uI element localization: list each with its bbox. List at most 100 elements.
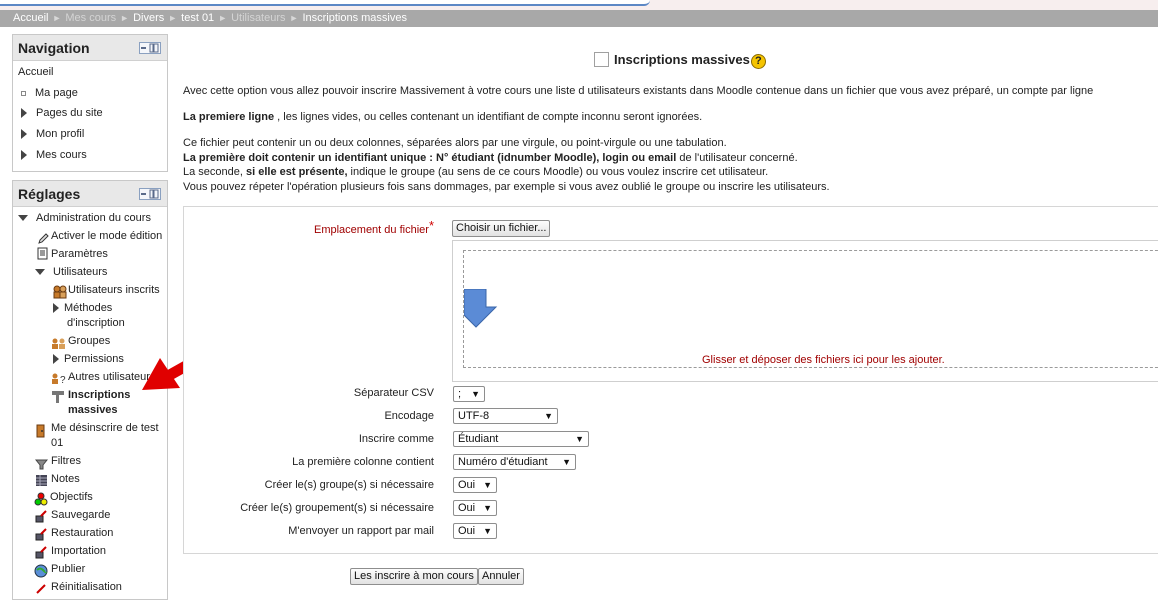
tree-label: Méthodes — [64, 302, 113, 314]
file-dropzone[interactable]: Glisser et déposer des fichiers ici pour… — [452, 240, 1158, 382]
bullet-icon — [21, 90, 26, 96]
tree-unenrol-line2[interactable]: 01 — [51, 436, 63, 451]
encoding-select[interactable]: UTF-8 ▼ — [453, 408, 558, 424]
page-title: Inscriptions massives ? — [594, 52, 766, 69]
filter-icon — [35, 459, 48, 470]
csv-separator-select[interactable]: ; ▼ — [453, 386, 485, 402]
breadcrumb-separator: ► — [120, 13, 130, 23]
file-format-line-3-a: La seconde, — [183, 166, 246, 178]
navigation-title: Navigation — [18, 40, 90, 56]
file-label: Emplacement du fichier* — [184, 218, 434, 236]
create-groupings-label: Créer le(s) groupement(s) si nécessaire — [240, 502, 434, 514]
title-checkbox[interactable] — [594, 52, 609, 67]
file-format-line-2: La première doit contenir un identifiant… — [183, 151, 798, 166]
create-groups-label: Créer le(s) groupe(s) si nécessaire — [264, 479, 434, 491]
tree-outcomes[interactable]: Objectifs — [50, 490, 93, 505]
navigation-block: Navigation Accueil Ma page Pages du site… — [12, 34, 168, 172]
submit-enrol-button[interactable]: Les inscrire à mon cours — [350, 568, 478, 585]
block-dock-toggle-icon[interactable] — [139, 42, 161, 54]
choose-file-button[interactable]: Choisir un fichier... — [452, 220, 551, 237]
chevron-down-icon: ▼ — [562, 457, 571, 467]
drop-arrow-icon — [464, 289, 498, 328]
encoding-value: UTF-8 — [458, 410, 490, 422]
first-line-note: La premiere ligne , les lignes vides, ou… — [183, 110, 702, 125]
outcomes-icon — [34, 492, 48, 506]
nav-item-my-page[interactable]: Ma page — [21, 87, 78, 99]
encoding-label: Encodage — [384, 410, 434, 422]
breadcrumb-separator: ► — [168, 13, 178, 23]
settings-block-header: Réglages — [13, 181, 167, 207]
block-dock-toggle-icon[interactable] — [139, 188, 161, 200]
chevron-down-icon: ▼ — [483, 526, 492, 536]
tree-course-admin[interactable]: Administration du cours — [18, 211, 151, 226]
tree-enrol-methods[interactable]: Méthodes — [53, 301, 112, 316]
chevron-down-icon: ▼ — [483, 480, 492, 490]
tree-filters[interactable]: Filtres — [51, 454, 81, 469]
breadcrumb-course[interactable]: test 01 — [181, 12, 214, 24]
breadcrumb-home[interactable]: Accueil — [13, 12, 48, 24]
collapse-arrow-icon — [35, 269, 45, 276]
enrol-as-select[interactable]: Étudiant ▼ — [453, 431, 589, 447]
tree-bulk-enrol[interactable]: Inscriptions — [68, 388, 130, 403]
first-line-bold: La premiere ligne — [183, 111, 275, 123]
chevron-down-icon: ▼ — [575, 434, 584, 444]
tree-unenrol[interactable]: Me désinscrire de test — [51, 421, 159, 436]
cancel-button[interactable]: Annuler — [478, 568, 524, 585]
mail-report-select[interactable]: Oui ▼ — [453, 523, 497, 539]
breadcrumb: Accueil ► Mes cours ► Divers ► test 01 ► Utilisa… — [0, 10, 1158, 27]
tree-label: Utilisateurs — [53, 266, 108, 278]
first-column-label: La première colonne contient — [292, 456, 434, 468]
tree-groups[interactable]: Groupes — [68, 334, 110, 349]
chevron-down-icon: ▼ — [544, 411, 553, 421]
tree-bulk-enrol-line2[interactable]: massives — [68, 403, 118, 418]
breadcrumb-separator: ► — [218, 13, 228, 23]
nav-item-label: Mon profil — [36, 128, 85, 140]
unenrol-icon — [36, 424, 45, 438]
tree-restore[interactable]: Restauration — [51, 526, 113, 541]
file-format-line-3-b: indique le groupe (au sens de ce cours M… — [347, 166, 769, 178]
nav-item-profile[interactable]: Mon profil — [21, 128, 84, 140]
navigation-block-header: Navigation — [13, 35, 167, 61]
edit-pencil-icon — [38, 233, 49, 244]
dropzone-dashed-area[interactable]: Glisser et déposer des fichiers ici pour… — [463, 250, 1158, 368]
nav-home-link[interactable]: Accueil — [18, 66, 53, 78]
other-users-icon: ? — [52, 373, 66, 385]
svg-text:?: ? — [60, 375, 66, 385]
tree-edit-mode[interactable]: Activer le mode édition — [51, 229, 162, 244]
nav-item-site-pages[interactable]: Pages du site — [21, 107, 103, 119]
expand-arrow-icon — [21, 129, 27, 140]
tree-publish[interactable]: Publier — [51, 562, 85, 577]
nav-item-my-courses[interactable]: Mes cours — [21, 149, 87, 161]
tree-import[interactable]: Importation — [51, 544, 106, 559]
tree-enrol-methods-line2[interactable]: d'inscription — [67, 316, 125, 331]
tree-permissions[interactable]: Permissions — [53, 352, 124, 367]
file-format-line-2-rest: de l'utilisateur concerné. — [676, 152, 798, 164]
first-column-value: Numéro d'étudiant — [458, 456, 548, 468]
tree-enrolled-users[interactable]: Utilisateurs inscrits — [68, 283, 160, 298]
tree-users[interactable]: Utilisateurs — [35, 265, 107, 280]
tree-grades[interactable]: Notes — [51, 472, 80, 487]
csv-separator-value: ; — [458, 388, 462, 400]
mail-report-value: Oui — [458, 525, 476, 537]
file-format-line-3-bold: si elle est présente, — [246, 166, 348, 178]
create-groups-select[interactable]: Oui ▼ — [453, 477, 497, 493]
tree-label: Permissions — [64, 353, 124, 365]
grades-table-icon — [36, 475, 47, 486]
tree-params[interactable]: Paramètres — [51, 247, 108, 262]
breadcrumb-category[interactable]: Divers — [133, 12, 164, 24]
required-star: * — [428, 218, 434, 233]
mail-report-label: M'envoyer un rapport par mail — [288, 525, 434, 537]
drop-hint-text: Glisser et déposer des fichiers ici pour… — [702, 354, 945, 366]
tree-reset[interactable]: Réinitialisation — [51, 580, 122, 595]
tree-backup[interactable]: Sauvegarde — [51, 508, 110, 523]
help-icon[interactable]: ? — [750, 54, 766, 69]
file-format-line-4: Vous pouvez répeter l'opération plusieur… — [183, 181, 830, 193]
breadcrumb-users[interactable]: Utilisateurs — [231, 12, 285, 24]
groups-icon — [52, 338, 65, 349]
file-format-line-1: Ce fichier peut contenir un ou deux colo… — [183, 137, 727, 149]
csv-separator-label: Séparateur CSV — [353, 387, 434, 399]
breadcrumb-my-courses[interactable]: Mes cours — [65, 12, 116, 24]
first-column-select[interactable]: Numéro d'étudiant ▼ — [453, 454, 576, 470]
create-groupings-select[interactable]: Oui ▼ — [453, 500, 497, 516]
enrol-as-value: Étudiant — [458, 433, 499, 445]
